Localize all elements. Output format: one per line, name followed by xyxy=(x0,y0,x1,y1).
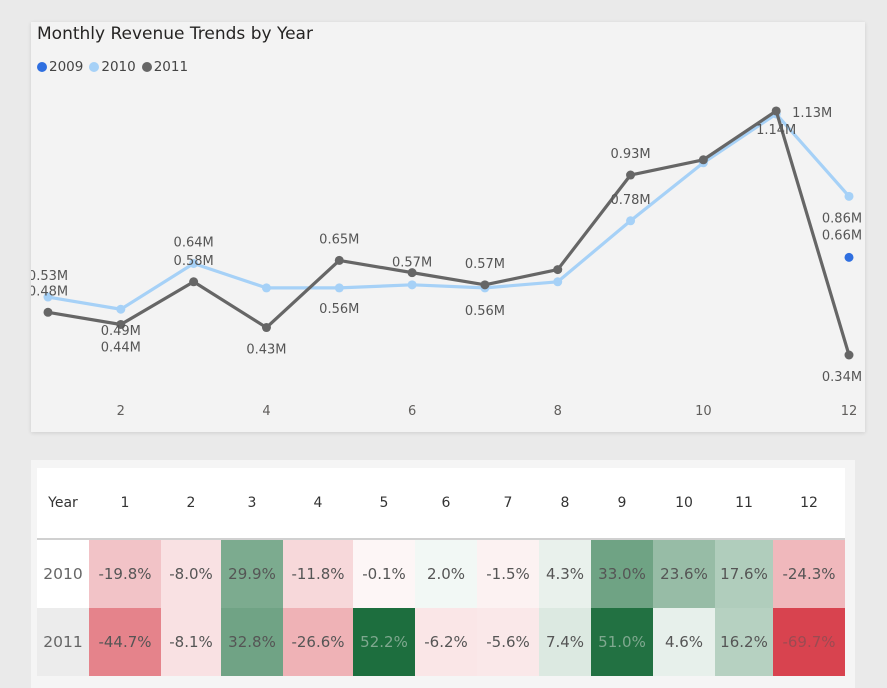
data-point-2011 xyxy=(771,106,781,116)
data-label: 0.53M xyxy=(31,269,68,284)
column-header-month[interactable]: 9 xyxy=(591,468,653,540)
table-cell: 4.3% xyxy=(539,539,591,608)
data-label: 0.34M xyxy=(822,370,862,385)
data-point-2011 xyxy=(480,280,490,290)
data-label: 1.13M xyxy=(792,106,832,121)
data-point-2010 xyxy=(116,304,126,314)
table-cell: 17.6% xyxy=(715,539,773,608)
x-tick-label: 2 xyxy=(117,404,125,419)
table-cell: 4.6% xyxy=(653,608,715,676)
data-label: 0.64M xyxy=(174,235,214,250)
data-point-2010 xyxy=(334,283,344,293)
data-point-2011 xyxy=(844,350,854,360)
data-label: 0.93M xyxy=(610,147,650,162)
data-label: 0.58M xyxy=(174,254,214,269)
data-point-2011 xyxy=(189,277,199,287)
column-header-month[interactable]: 12 xyxy=(773,468,845,540)
data-point-2011 xyxy=(698,155,708,165)
column-header-month[interactable]: 7 xyxy=(477,468,539,540)
data-point-2010 xyxy=(261,283,271,293)
table-cell: -8.0% xyxy=(161,539,221,608)
data-label: 0.56M xyxy=(319,302,359,317)
matrix-table-card: Year 1 2 3 4 5 6 7 8 9 10 11 12 2010 -19.8% -8.0% 29.9% -… xyxy=(31,460,855,688)
data-point-2011 xyxy=(334,255,344,265)
data-label: 0.65M xyxy=(319,232,359,247)
table-cell: -44.7% xyxy=(89,608,161,676)
x-tick-label: 6 xyxy=(408,404,416,419)
data-point-2011 xyxy=(43,307,53,317)
table-cell: -69.7% xyxy=(773,608,845,676)
table-cell: 7.4% xyxy=(539,608,591,676)
x-tick-label: 4 xyxy=(262,404,270,419)
x-tick-label: 8 xyxy=(554,404,562,419)
table-cell: 16.2% xyxy=(715,608,773,676)
data-point-2010 xyxy=(407,280,417,290)
table-cell: 23.6% xyxy=(653,539,715,608)
table-cell: 52.2% xyxy=(353,608,415,676)
column-header-year[interactable]: Year xyxy=(37,468,89,540)
column-header-month[interactable]: 1 xyxy=(89,468,161,540)
data-label: 1.14M xyxy=(756,123,796,138)
data-label: 0.44M xyxy=(101,340,141,355)
column-header-month[interactable]: 8 xyxy=(539,468,591,540)
data-label: 0.48M xyxy=(31,284,68,299)
table-cell: 29.9% xyxy=(221,539,283,608)
table-cell: -6.2% xyxy=(415,608,477,676)
table-cell: -19.8% xyxy=(89,539,161,608)
row-header-year: 2011 xyxy=(37,608,89,676)
table-cell: 2.0% xyxy=(415,539,477,608)
x-tick-label: 12 xyxy=(841,404,858,419)
data-label: 0.56M xyxy=(465,304,505,319)
x-tick-label: 10 xyxy=(695,404,712,419)
column-header-month[interactable]: 6 xyxy=(415,468,477,540)
table-cell: -24.3% xyxy=(773,539,845,608)
column-header-month[interactable]: 5 xyxy=(353,468,415,540)
table-row: 2011 -44.7% -8.1% 32.8% -26.6% 52.2% -6.2% -5.6… xyxy=(37,608,845,676)
data-point-2010 xyxy=(844,191,854,201)
data-point-2010 xyxy=(553,277,563,287)
table-cell: -11.8% xyxy=(283,539,353,608)
data-label: 0.57M xyxy=(392,256,432,271)
table-cell: 32.8% xyxy=(221,608,283,676)
column-header-month[interactable]: 11 xyxy=(715,468,773,540)
data-point-2011 xyxy=(626,170,636,180)
table-cell: 33.0% xyxy=(591,539,653,608)
column-header-month[interactable]: 3 xyxy=(221,468,283,540)
row-header-year: 2010 xyxy=(37,539,89,608)
data-point-2010 xyxy=(626,216,636,226)
data-label: 0.49M xyxy=(101,324,141,339)
data-point-2009 xyxy=(844,252,854,262)
data-label: 0.86M xyxy=(822,211,862,226)
data-label: 0.78M xyxy=(610,193,650,208)
table-cell: -5.6% xyxy=(477,608,539,676)
line-chart-card: Monthly Revenue Trends by Year 2009 2010 2… xyxy=(31,22,865,432)
data-label: 0.43M xyxy=(246,343,286,358)
line-chart: 2 4 6 8 10 12 0.53M0.48M 0.49M0.44M 0.64M 0.58M 0.… xyxy=(31,106,862,419)
table-row: 2010 -19.8% -8.0% 29.9% -11.8% -0.1% 2.0% -1.5%… xyxy=(37,539,845,608)
table-cell: 51.0% xyxy=(591,608,653,676)
data-label: 0.57M xyxy=(465,257,505,272)
table-cell: -8.1% xyxy=(161,608,221,676)
data-point-2011 xyxy=(553,265,563,275)
column-header-month[interactable]: 4 xyxy=(283,468,353,540)
table-cell: -1.5% xyxy=(477,539,539,608)
growth-matrix: Year 1 2 3 4 5 6 7 8 9 10 11 12 2010 -19.8% -8.0% 29.9% -… xyxy=(37,468,845,676)
table-cell: -26.6% xyxy=(283,608,353,676)
table-cell: -0.1% xyxy=(353,539,415,608)
header-row: Year 1 2 3 4 5 6 7 8 9 10 11 12 xyxy=(37,468,845,540)
data-label: 0.66M xyxy=(822,228,862,243)
column-header-month[interactable]: 10 xyxy=(653,468,715,540)
column-header-month[interactable]: 2 xyxy=(161,468,221,540)
data-point-2011 xyxy=(261,323,271,333)
